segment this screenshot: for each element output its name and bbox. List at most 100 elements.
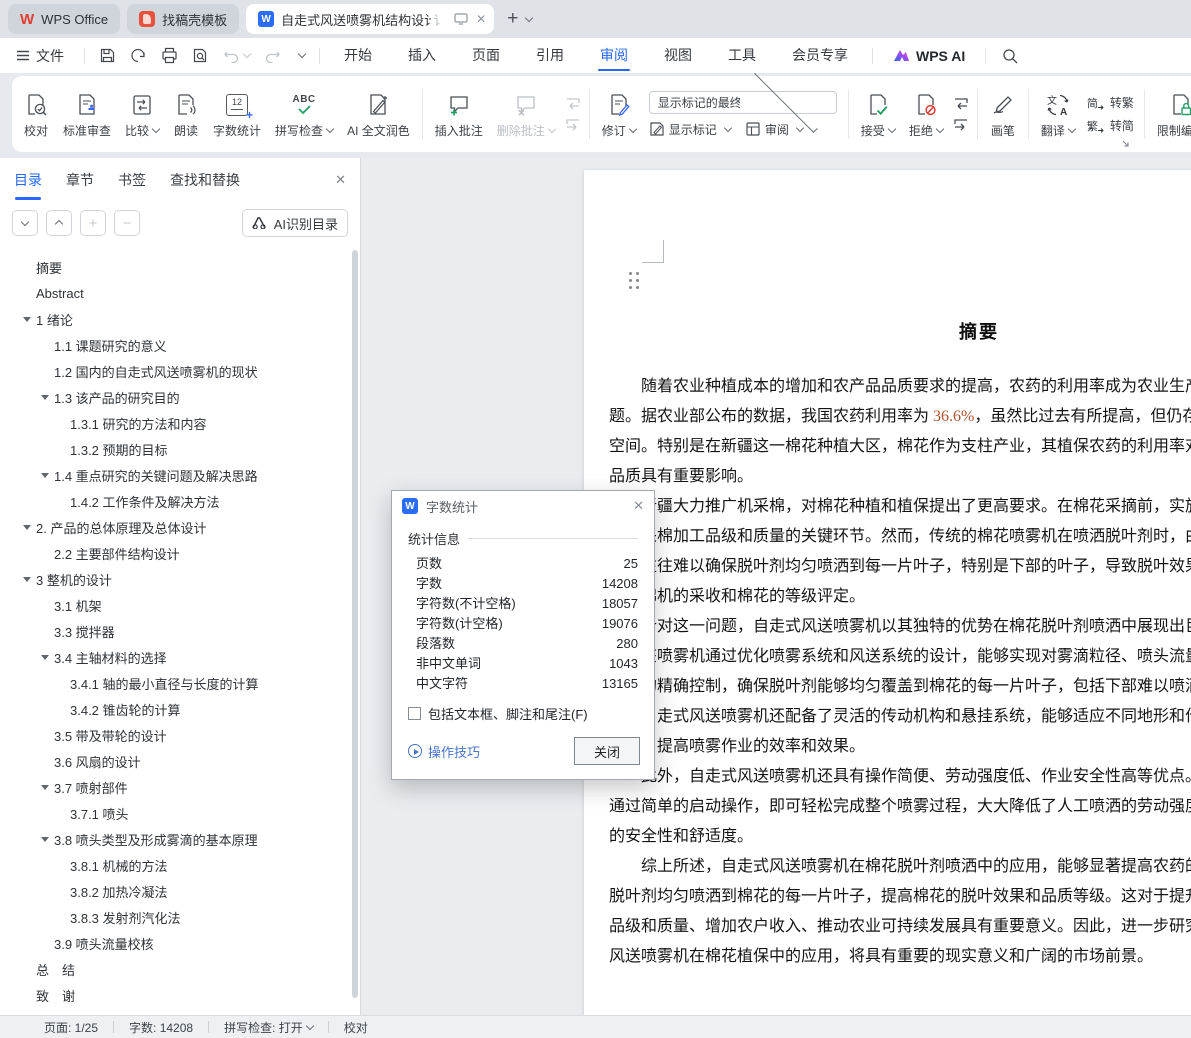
close-icon[interactable]: ✕ xyxy=(335,172,346,188)
file-menu[interactable]: 文件 xyxy=(0,46,78,66)
markup-state-select[interactable]: 显示标记的最终状态 xyxy=(648,68,837,133)
sidebar-scrollbar[interactable] xyxy=(352,250,358,998)
expand-all-button[interactable] xyxy=(12,210,38,236)
toc-item[interactable]: 1 绪论 xyxy=(0,306,350,332)
menu-reference[interactable]: 引用 xyxy=(518,38,582,73)
ai-polish-button[interactable]: AI 全文润色 xyxy=(340,81,417,147)
compare-button[interactable]: 比较 xyxy=(118,81,166,147)
menu-page[interactable]: 页面 xyxy=(454,38,518,73)
spell-check-button[interactable]: ABC 拼写检查 xyxy=(268,81,340,147)
toc-item[interactable]: 3.4 主轴材料的选择 xyxy=(0,644,350,670)
tab-document[interactable]: W 自走式风送喷雾机结构设计 讠 ✕ xyxy=(246,4,495,34)
toc-item[interactable]: 3.8.1 机械的方法 xyxy=(0,852,350,878)
status-word-count[interactable]: 字数: 14208 xyxy=(129,1019,193,1036)
expand-triangle-icon[interactable] xyxy=(23,524,31,530)
include-textbox-checkbox[interactable]: 包括文本框、脚注和尾注(F) xyxy=(408,704,638,723)
toc-item[interactable]: 2. 产品的总体原理及总体设计 xyxy=(0,514,350,540)
show-markup-button[interactable]: 显示标记 xyxy=(649,121,733,138)
expand-triangle-icon[interactable] xyxy=(41,472,49,478)
collapse-all-button[interactable] xyxy=(46,210,72,236)
toc-item[interactable]: 3.4.2 锥齿轮的计算 xyxy=(0,696,350,722)
sidebar-tab-contents[interactable]: 目录 xyxy=(14,170,42,200)
menu-insert[interactable]: 插入 xyxy=(390,38,454,73)
toc-item[interactable]: 1.1 课题研究的意义 xyxy=(0,332,350,358)
toc-item[interactable]: 3.4.1 轴的最小直径与长度的计算 xyxy=(0,670,350,696)
brush-button[interactable]: 画笔 xyxy=(983,81,1023,147)
toc-item[interactable]: 1.3.1 研究的方法和内容 xyxy=(0,410,350,436)
document-page[interactable]: 摘要 随着农业种植成本的增加和农产品品质要求的提高，农药的利用率成为农业生产 题。… xyxy=(584,170,1191,1015)
expand-triangle-icon[interactable] xyxy=(41,784,49,790)
toc-item[interactable]: 参考文献 xyxy=(0,1008,350,1016)
accept-button[interactable]: 接受 xyxy=(854,81,902,147)
toc-item[interactable]: 3.8.2 加热冷凝法 xyxy=(0,878,350,904)
redo-icon[interactable] xyxy=(264,48,281,63)
review-pane-button[interactable]: 审阅 xyxy=(745,121,805,138)
sidebar-tab-find-replace[interactable]: 查找和替换 xyxy=(170,170,240,190)
toc-item[interactable]: 3.3 搅拌器 xyxy=(0,618,350,644)
new-tab-icon[interactable]: + xyxy=(507,8,518,30)
quickbar-chevron-icon[interactable] xyxy=(297,49,307,59)
to-simplified-button[interactable]: 繁 转简 xyxy=(1087,117,1134,134)
sidebar-tab-bookmarks[interactable]: 书签 xyxy=(118,170,146,190)
paragraph-drag-handle-icon[interactable] xyxy=(629,272,640,290)
menu-home[interactable]: 开始 xyxy=(326,38,390,73)
expand-triangle-icon[interactable] xyxy=(23,576,31,582)
tab-wps-office[interactable]: W WPS Office xyxy=(8,4,121,34)
restrict-edit-button[interactable]: 限制编辑 xyxy=(1150,81,1191,147)
zoom-out-outline-button[interactable]: − xyxy=(114,210,140,236)
translate-button[interactable]: 文A 翻译 xyxy=(1034,81,1082,147)
toc-item[interactable]: 3.1 机架 xyxy=(0,592,350,618)
export-icon[interactable] xyxy=(130,47,147,64)
menu-member[interactable]: 会员专享 xyxy=(774,38,866,73)
read-aloud-button[interactable]: 朗读 xyxy=(166,81,206,147)
toc-item[interactable]: 3.5 带及带轮的设计 xyxy=(0,722,350,748)
close-icon[interactable]: ✕ xyxy=(476,12,486,26)
monitor-icon[interactable] xyxy=(454,13,468,25)
search-icon[interactable] xyxy=(1002,48,1018,64)
toc-item[interactable]: 1.2 国内的自走式风送喷雾机的现状 xyxy=(0,358,350,384)
undo-icon[interactable] xyxy=(223,48,252,63)
toc-item[interactable]: 3.8.3 发射剂汽化法 xyxy=(0,904,350,930)
tips-link[interactable]: 操作技巧 xyxy=(408,742,480,761)
zoom-in-outline-button[interactable]: + xyxy=(80,210,106,236)
menu-tools[interactable]: 工具 xyxy=(710,38,774,73)
expand-triangle-icon[interactable] xyxy=(41,836,49,842)
previous-change-icon[interactable] xyxy=(953,97,969,110)
toc-item[interactable]: 3.6 风扇的设计 xyxy=(0,748,350,774)
wps-ai-button[interactable]: WPS AI xyxy=(879,48,979,64)
status-spell-check[interactable]: 拼写检查: 打开 xyxy=(224,1019,314,1036)
toc-item[interactable]: 3.7 喷射部件 xyxy=(0,774,350,800)
toc-item[interactable]: 1.3.2 预期的目标 xyxy=(0,436,350,462)
to-traditional-button[interactable]: 简 转繁 xyxy=(1087,94,1134,111)
next-comment-icon[interactable] xyxy=(565,118,581,131)
expand-triangle-icon[interactable] xyxy=(41,394,49,400)
toc-item[interactable]: 1.4.2 工作条件及解决方法 xyxy=(0,488,350,514)
print-preview-icon[interactable] xyxy=(192,47,209,64)
menu-view[interactable]: 视图 xyxy=(646,38,710,73)
menu-review[interactable]: 审阅 xyxy=(582,38,646,73)
sidebar-tab-chapters[interactable]: 章节 xyxy=(66,170,94,190)
expand-triangle-icon[interactable] xyxy=(23,316,31,322)
toc-item[interactable]: 3 整机的设计 xyxy=(0,566,350,592)
toc-item[interactable]: 1.4 重点研究的关键问题及解决思路 xyxy=(0,462,350,488)
print-icon[interactable] xyxy=(161,47,178,64)
word-count-button[interactable]: 12 + 字数统计 xyxy=(206,81,268,147)
ai-recognize-toc-button[interactable]: AI识别目录 xyxy=(241,209,348,237)
toc-item[interactable]: 2.2 主要部件结构设计 xyxy=(0,540,350,566)
save-icon[interactable] xyxy=(99,47,116,64)
toc-item[interactable]: 3.7.1 喷头 xyxy=(0,800,350,826)
status-page[interactable]: 页面: 1/25 xyxy=(44,1019,98,1036)
standard-review-button[interactable]: 标准审查 xyxy=(56,81,118,147)
toc-item[interactable]: 3.9 喷头流量校核 xyxy=(0,930,350,956)
expand-triangle-icon[interactable] xyxy=(41,654,49,660)
toc-item[interactable]: 致 谢 xyxy=(0,982,350,1008)
status-proofread[interactable]: 校对 xyxy=(344,1019,368,1036)
checkbox-icon[interactable] xyxy=(408,707,421,720)
toc-item[interactable]: 3.8 喷头类型及形成雾滴的基本原理 xyxy=(0,826,350,852)
toc-item[interactable]: 摘要 xyxy=(0,254,350,280)
reject-button[interactable]: 拒绝 xyxy=(902,81,950,147)
close-dialog-button[interactable]: 关闭 xyxy=(574,737,640,765)
toc-item[interactable]: 1.3 该产品的研究目的 xyxy=(0,384,350,410)
toc-item[interactable]: 总 结 xyxy=(0,956,350,982)
previous-comment-icon[interactable] xyxy=(565,97,581,110)
